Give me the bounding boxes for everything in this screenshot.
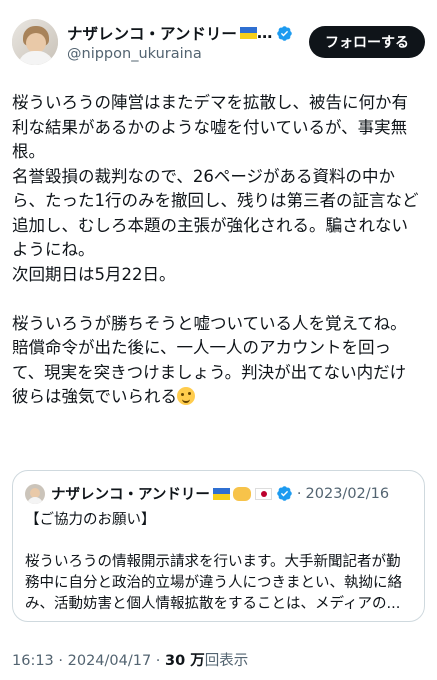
tweet-time[interactable]: 16:13 — [12, 653, 54, 669]
tweet-paragraph-2: 桜ういろうが勝ちそうと嘘ついている人を覚えてね。 賠償命令が出た後に、一人一人の… — [12, 312, 427, 410]
quoted-title: 【ご協力のお願い】 — [25, 512, 156, 528]
tweet-header: ナザレンコ・アンドリー … @nippon_ukuraina フォローする — [12, 14, 425, 70]
verified-badge-icon — [277, 486, 292, 501]
quoted-body: 桜ういろうの情報開示請求を行います。大手新聞記者が勤 務中に自分と政治的立場が違… — [25, 554, 402, 612]
japan-flag-icon — [254, 487, 272, 500]
quoted-tweet-body: 【ご協力のお願い】 桜ういろうの情報開示請求を行います。大手新聞記者が勤 務中に… — [25, 510, 412, 615]
author-avatar[interactable] — [12, 19, 58, 65]
name-ellipsis: … — [256, 24, 273, 42]
author-handle[interactable]: @nippon_ukuraina — [67, 46, 309, 62]
quoted-separator: · — [296, 485, 302, 502]
meta-separator: · — [151, 653, 166, 669]
quoted-tweet[interactable]: ナザレンコ・アンドリー · 2023/02/16 【ご協力のお願い】 桜ういろう… — [12, 470, 425, 622]
author-name[interactable]: ナザレンコ・アンドリー — [67, 22, 237, 44]
handshake-emoji — [232, 486, 251, 501]
meta-separator: · — [53, 653, 68, 669]
tweet-date[interactable]: 2024/04/17 — [68, 653, 152, 669]
smirking-face-emoji — [177, 387, 195, 405]
tweet-paragraph-2-text: 桜ういろうが勝ちそうと嘘ついている人を覚えてね。 賠償命令が出た後に、一人一人の… — [12, 313, 407, 407]
quoted-author-avatar — [25, 483, 45, 504]
author-identity: ナザレンコ・アンドリー … @nippon_ukuraina — [67, 22, 309, 62]
quoted-author-name: ナザレンコ・アンドリー — [51, 487, 210, 503]
tweet-body: 桜ういろうの陣営はまたデマを拡散し、被告に何か有 利な結果があるかのような嘘を付… — [12, 91, 427, 410]
author-name-row[interactable]: ナザレンコ・アンドリー … — [67, 22, 309, 44]
follow-button[interactable]: フォローする — [309, 26, 425, 58]
view-count: 30 万 — [165, 653, 205, 669]
verified-badge-icon — [277, 25, 293, 41]
view-label: 回表示 — [204, 653, 249, 669]
tweet-meta: 16:13 · 2024/04/17 · 30 万回表示 — [12, 649, 248, 670]
quoted-gap — [25, 531, 412, 552]
ukraine-flag-icon — [239, 27, 257, 39]
quoted-date[interactable]: 2023/02/16 — [306, 486, 390, 502]
tweet-paragraph-1: 桜ういろうの陣営はまたデマを拡散し、被告に何か有 利な結果があるかのような嘘を付… — [12, 93, 419, 284]
ukraine-flag-icon — [212, 487, 230, 500]
quoted-tweet-header: ナザレンコ・アンドリー · 2023/02/16 — [25, 483, 412, 504]
